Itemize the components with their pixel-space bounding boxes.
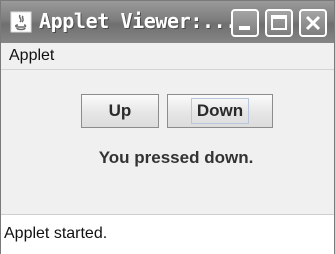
java-icon <box>9 10 33 34</box>
up-button[interactable]: Up <box>81 94 159 128</box>
minimize-icon <box>239 26 250 30</box>
maximize-icon <box>271 15 287 30</box>
window-title: Applet Viewer:... <box>39 9 237 33</box>
down-button-label: Down <box>190 98 250 124</box>
maximize-button[interactable] <box>265 9 293 37</box>
close-button[interactable] <box>299 9 327 37</box>
title-bar[interactable]: Applet Viewer:... <box>1 1 334 43</box>
status-message: You pressed down. <box>98 148 254 167</box>
up-button-label: Up <box>108 101 132 120</box>
menu-applet[interactable]: Applet <box>9 47 54 65</box>
minimize-button[interactable] <box>231 9 259 37</box>
menu-bar: Applet <box>1 43 334 70</box>
applet-viewer-window: Applet Viewer:... Applet Up Down You pre… <box>0 0 335 254</box>
close-icon <box>305 15 321 31</box>
status-bar: Applet started. <box>1 214 334 254</box>
down-button[interactable]: Down <box>167 94 273 128</box>
status-text: Applet started. <box>4 225 108 242</box>
applet-panel: Up Down You pressed down. <box>1 70 334 214</box>
